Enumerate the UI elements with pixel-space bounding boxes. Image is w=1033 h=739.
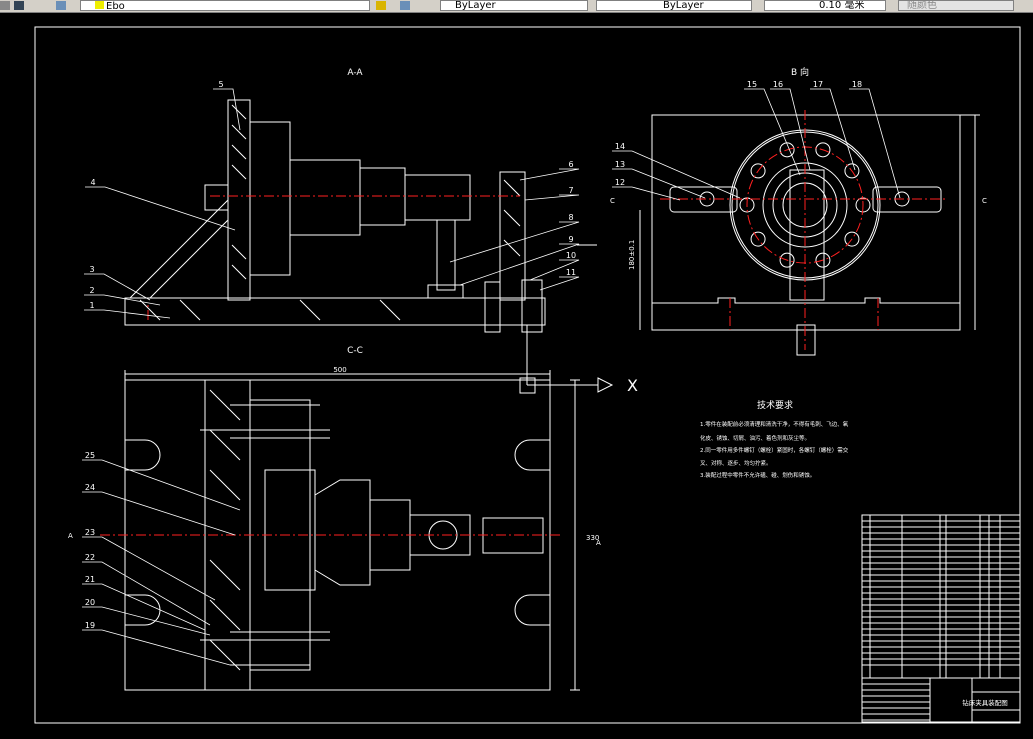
section-aa-label: A-A [347, 68, 363, 78]
leader-line [524, 194, 580, 201]
match-layer-icon[interactable] [376, 1, 386, 10]
part-label: 8 [568, 213, 573, 222]
svg-text:1.零件在装配前必须清理和清洗干净，不得有毛刺、飞边、氧: 1.零件在装配前必须清理和清洗干净，不得有毛刺、飞边、氧 [700, 420, 849, 428]
part-label: 23 [85, 528, 95, 537]
leader-line [810, 88, 856, 171]
leader-line [612, 168, 706, 199]
view-b [651, 114, 980, 356]
section-aa-view [124, 99, 546, 333]
color-dropdown[interactable]: ByLayer [440, 0, 588, 11]
leader-line [519, 168, 580, 181]
leader-line [82, 536, 216, 601]
leader-line [459, 243, 580, 286]
leader-line [82, 459, 241, 511]
part-label: 15 [747, 80, 757, 89]
toolbar-icon[interactable] [0, 1, 10, 10]
leader-line [84, 309, 171, 319]
leader-line [539, 276, 580, 291]
layer-dropdown[interactable]: Ebo [80, 0, 370, 11]
plotstyle-dropdown[interactable]: 随颜色 [898, 0, 1014, 11]
part-label: 18 [852, 80, 862, 89]
title-block [861, 514, 1021, 723]
part-label: 22 [85, 553, 95, 562]
tech-requirements-text: 1.零件在装配前必须清理和清洗干净，不得有毛刺、飞边、氧 化皮、锈蚀、切屑、油污… [700, 420, 849, 479]
layer-previous-icon[interactable] [400, 1, 410, 10]
leader-line [82, 561, 211, 626]
part-label: 16 [773, 80, 783, 89]
part-label: 13 [615, 160, 625, 169]
part-label: 11 [566, 268, 576, 277]
toolbar-icon[interactable] [14, 1, 24, 10]
part-label: 2 [89, 286, 94, 295]
part-label: 6 [568, 160, 573, 169]
part-label: 24 [85, 483, 95, 492]
part-label: 1 [89, 301, 94, 310]
svg-text:2.同一零件用多件螺钉（螺栓）紧固时，各螺钉（螺栓）需交: 2.同一零件用多件螺钉（螺栓）紧固时，各螺钉（螺栓）需交 [700, 446, 849, 454]
part-label: 3 [89, 265, 94, 274]
tech-requirements-title: 技术要求 [757, 399, 793, 411]
linetype-dropdown[interactable]: ByLayer [596, 0, 752, 11]
leader-line [449, 221, 580, 263]
part-label: 25 [85, 451, 95, 460]
part-label: 17 [813, 80, 823, 89]
part-label: 4 [90, 178, 95, 187]
part-label: 14 [615, 142, 625, 151]
lineweight-dropdown[interactable]: 0.10 毫米 [764, 0, 886, 11]
part-label: 20 [85, 598, 95, 607]
dimension-500: 500 [333, 366, 346, 374]
part-label: 12 [615, 178, 625, 187]
leader-line [82, 606, 211, 636]
svg-text:化皮、锈蚀、切屑、油污、着色剂和灰尘等。: 化皮、锈蚀、切屑、油污、着色剂和灰尘等。 [700, 434, 810, 442]
layer-manager-icon[interactable] [56, 1, 66, 10]
part-label: 7 [568, 186, 573, 195]
cut-c-right: C [982, 197, 987, 205]
properties-toolbar: Ebo ByLayer ByLayer 0.10 毫米 随颜色 [0, 0, 1033, 13]
view-b-label: B 向 [791, 66, 809, 78]
bulb-icon [95, 1, 104, 9]
svg-text:3.装配过程中零件不允许磕、碰、划伤和锈蚀。: 3.装配过程中零件不允许磕、碰、划伤和锈蚀。 [700, 471, 815, 479]
part-label: 10 [566, 251, 576, 260]
cut-a-right: A [596, 539, 601, 547]
part-label: 21 [85, 575, 95, 584]
cut-a-left: A [68, 532, 73, 540]
part-label: 19 [85, 621, 95, 630]
leader-line [612, 150, 741, 199]
leader-line [82, 491, 236, 536]
leader-line [84, 294, 161, 306]
part-label: 9 [568, 235, 573, 244]
part-label: 5 [218, 80, 223, 89]
dimension-b: 180±0.1 [628, 240, 636, 270]
cut-c-left: C [610, 197, 615, 205]
title-block-name: 钻床夹具装配图 [962, 698, 1008, 707]
leader-line [744, 88, 801, 176]
svg-text:叉、对称、逐步、均匀拧紧。: 叉、对称、逐步、均匀拧紧。 [700, 459, 772, 467]
leader-line [770, 88, 811, 171]
axis-x-marker: X [627, 376, 638, 395]
leader-line [85, 186, 236, 231]
section-cc-label: C-C [347, 346, 363, 356]
leader-line [82, 629, 231, 666]
drawing-canvas[interactable]: 123456789101112131415 16 17 181920212223242… [0, 13, 1033, 739]
